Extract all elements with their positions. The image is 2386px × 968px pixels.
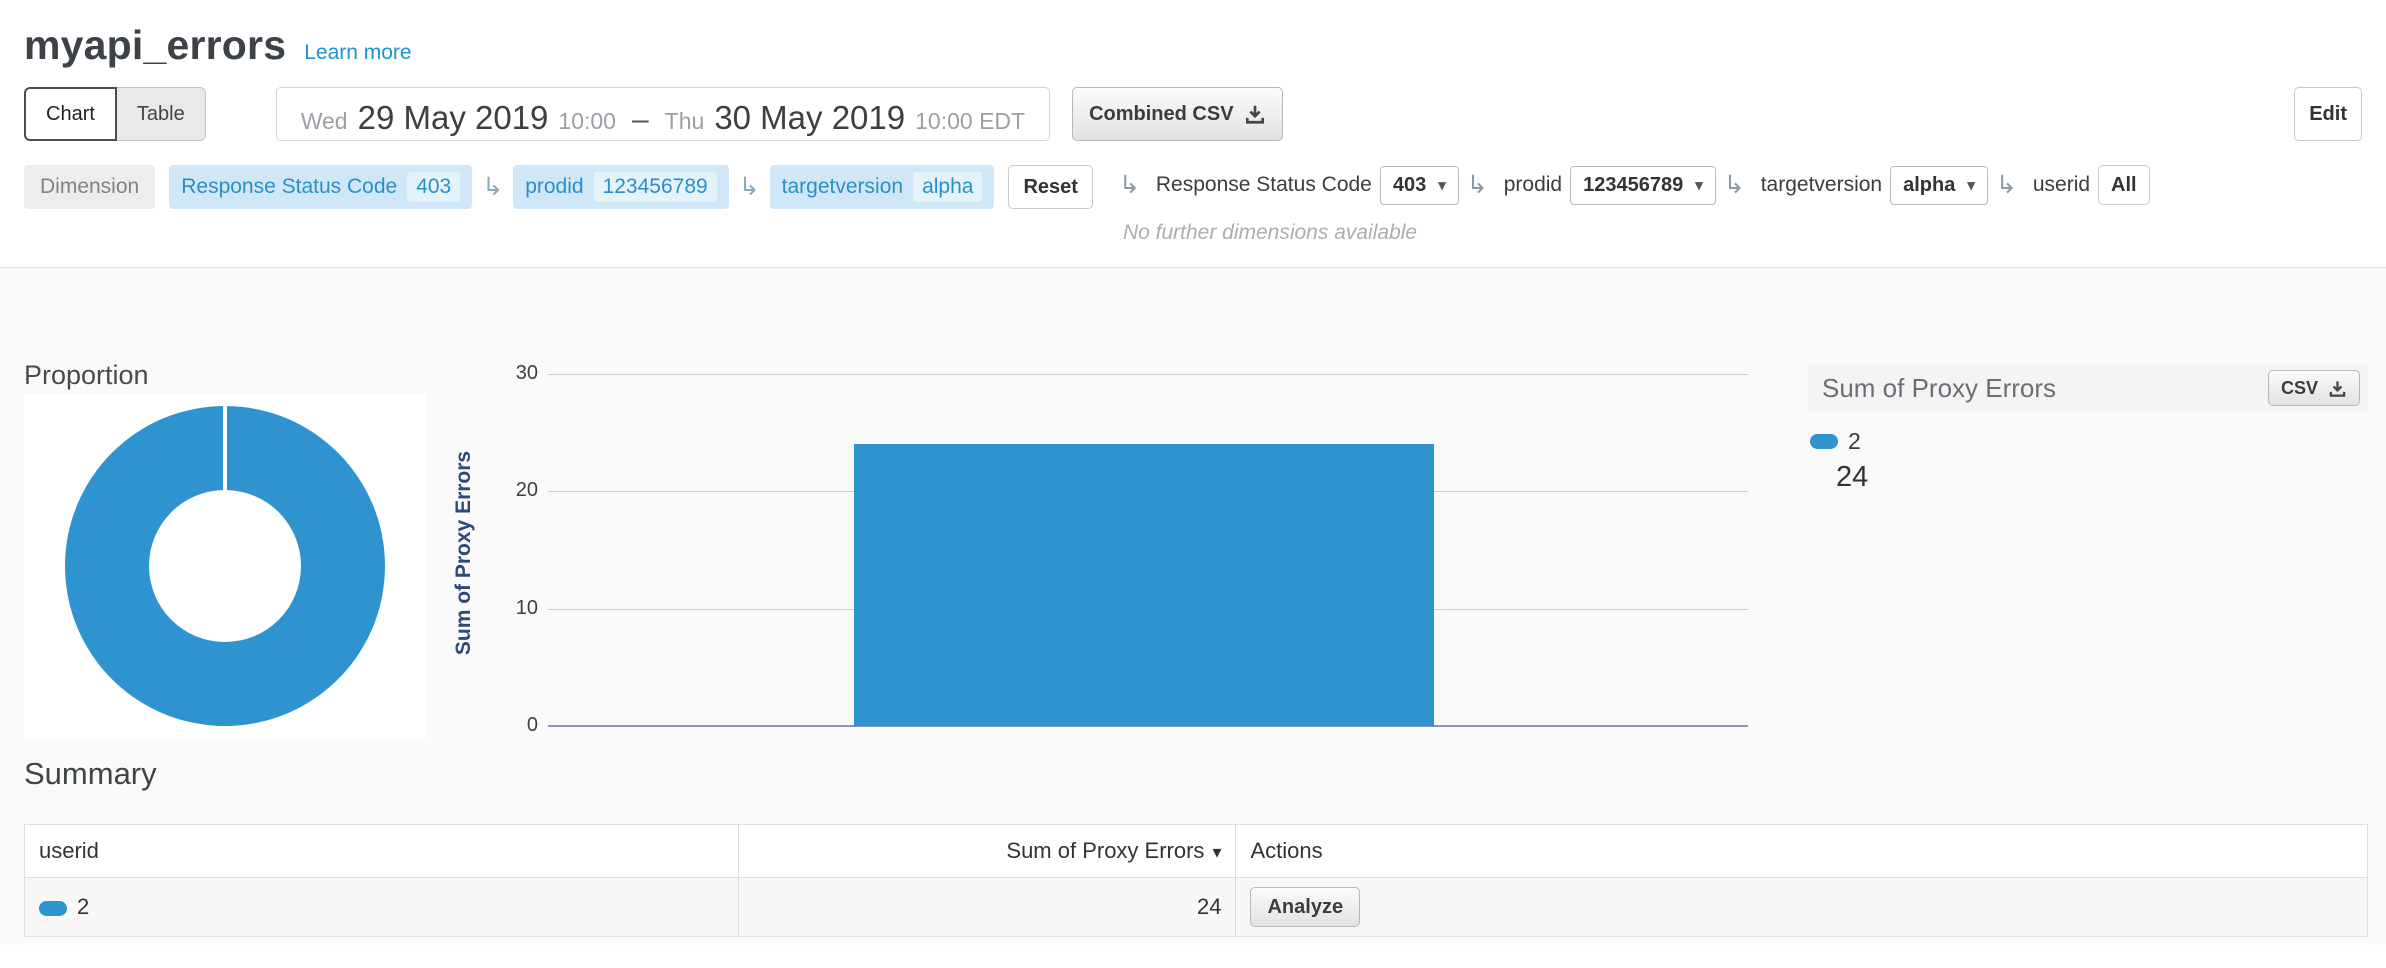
cell-sum: 24 bbox=[738, 878, 1236, 937]
table-header-row: userid Sum of Proxy Errors ▾ Actions bbox=[25, 825, 2368, 878]
learn-more-link[interactable]: Learn more bbox=[304, 41, 411, 65]
proportion-title: Proportion bbox=[24, 360, 149, 391]
series-swatch bbox=[1810, 434, 1838, 449]
drilldown-arrow-icon: ↳ bbox=[482, 172, 503, 202]
legend-item[interactable]: 2 bbox=[1810, 428, 2368, 455]
gridline-30 bbox=[548, 374, 1748, 375]
userid-all-button[interactable]: All bbox=[2098, 165, 2150, 205]
reset-button[interactable]: Reset bbox=[1008, 165, 1092, 209]
dimension-pill-response-status-code[interactable]: Response Status Code 403 bbox=[169, 165, 472, 209]
y-axis-label: Sum of Proxy Errors bbox=[452, 388, 482, 718]
summary-title: Summary bbox=[24, 756, 157, 792]
legend-panel: Sum of Proxy Errors CSV 2 24 bbox=[1808, 364, 2368, 494]
column-header-sum-label: Sum of Proxy Errors bbox=[1006, 838, 1204, 863]
csv-button[interactable]: CSV bbox=[2268, 370, 2360, 406]
response-status-code-select[interactable]: 403 ▾ bbox=[1380, 166, 1459, 205]
bar-chart-plot[interactable]: 0102030 bbox=[548, 374, 1748, 726]
end-date: 30 May 2019 bbox=[714, 99, 905, 137]
legend-title: Sum of Proxy Errors bbox=[1822, 373, 2056, 404]
view-toggle: Chart Table bbox=[24, 87, 206, 141]
y-tick-0: 0 bbox=[492, 714, 538, 737]
pill-value: 123456789 bbox=[594, 172, 717, 202]
dimension-label: Dimension bbox=[24, 165, 155, 209]
select-value: 403 bbox=[1393, 174, 1426, 197]
column-header-sum[interactable]: Sum of Proxy Errors ▾ bbox=[738, 825, 1236, 878]
drilldown-arrow-icon: ↳ bbox=[739, 172, 760, 202]
pill-value: alpha bbox=[913, 172, 982, 202]
dropdown-caret-icon: ▾ bbox=[1967, 176, 1975, 194]
select-value: 123456789 bbox=[1583, 174, 1683, 197]
chart-view-button[interactable]: Chart bbox=[24, 87, 117, 141]
pill-value: 403 bbox=[407, 172, 460, 202]
start-date: 29 May 2019 bbox=[358, 99, 549, 137]
end-time: 10:00 EDT bbox=[915, 108, 1025, 135]
legend-item-label: 2 bbox=[1848, 428, 1861, 455]
y-tick-10: 10 bbox=[492, 597, 538, 620]
prodid-select[interactable]: 123456789 ▾ bbox=[1570, 166, 1716, 205]
sort-caret-icon: ▾ bbox=[1212, 842, 1221, 862]
summary-table: userid Sum of Proxy Errors ▾ Actions 2 24… bbox=[24, 824, 2368, 937]
bar-sum-proxy-errors[interactable] bbox=[854, 444, 1434, 726]
start-day: Wed bbox=[301, 108, 348, 135]
drilldown-arrow-icon: ↳ bbox=[1467, 170, 1488, 200]
cell-actions: Analyze bbox=[1236, 878, 2368, 937]
chart-area: Proportion Sum of Proxy Errors 0102030 S… bbox=[0, 268, 2386, 945]
header: myapi_errors Learn more bbox=[0, 0, 2386, 69]
csv-label: CSV bbox=[2281, 378, 2318, 399]
legend-item-value: 24 bbox=[1836, 461, 2368, 494]
targetversion-select[interactable]: alpha ▾ bbox=[1890, 166, 1988, 205]
date-range-picker[interactable]: Wed 29 May 2019 10:00 – Thu 30 May 2019 … bbox=[276, 87, 1050, 141]
drilldown-arrow-icon: ↳ bbox=[1724, 170, 1745, 200]
applied-dimensions: Response Status Code 403 ↳ prodid 123456… bbox=[169, 165, 994, 209]
donut-hole bbox=[149, 490, 301, 642]
donut-chart[interactable] bbox=[65, 406, 385, 726]
drilldown-name: prodid bbox=[1504, 173, 1562, 197]
range-separator: – bbox=[626, 103, 655, 137]
column-header-actions: Actions bbox=[1236, 825, 2368, 878]
cell-userid-value: 2 bbox=[77, 894, 89, 919]
edit-button[interactable]: Edit bbox=[2294, 87, 2362, 141]
column-header-userid[interactable]: userid bbox=[25, 825, 739, 878]
y-tick-20: 20 bbox=[492, 479, 538, 502]
pill-name: prodid bbox=[525, 175, 583, 199]
cell-userid: 2 bbox=[25, 878, 739, 937]
select-value: alpha bbox=[1903, 174, 1955, 197]
dropdown-caret-icon: ▾ bbox=[1695, 176, 1703, 194]
drilldown-arrow-icon: ↳ bbox=[1119, 170, 1140, 200]
table-view-button[interactable]: Table bbox=[117, 87, 206, 141]
report-page: myapi_errors Learn more Chart Table Wed … bbox=[0, 0, 2386, 968]
y-tick-30: 30 bbox=[492, 362, 538, 385]
dimension-pill-prodid[interactable]: prodid 123456789 bbox=[513, 165, 729, 209]
legend-header: Sum of Proxy Errors CSV bbox=[1808, 364, 2368, 412]
drilldown-name: targetversion bbox=[1761, 173, 1882, 197]
start-time: 10:00 bbox=[558, 108, 616, 135]
combined-csv-button[interactable]: Combined CSV bbox=[1072, 87, 1282, 141]
pill-name: targetversion bbox=[782, 175, 903, 199]
proportion-chart-panel bbox=[24, 394, 426, 739]
end-day: Thu bbox=[665, 108, 705, 135]
drilldown-name: Response Status Code bbox=[1156, 173, 1372, 197]
download-icon bbox=[2328, 379, 2347, 398]
dropdown-caret-icon: ▾ bbox=[1438, 176, 1446, 194]
download-icon bbox=[1244, 103, 1266, 125]
analyze-button[interactable]: Analyze bbox=[1250, 887, 1360, 927]
pill-name: Response Status Code bbox=[181, 175, 397, 199]
dimension-bar: Dimension Response Status Code 403 ↳ pro… bbox=[0, 165, 2386, 245]
series-swatch bbox=[39, 901, 67, 916]
toolbar: Chart Table Wed 29 May 2019 10:00 – Thu … bbox=[0, 87, 2386, 141]
dimension-drilldown: ↳ Response Status Code 403 ▾ ↳ prodid 12… bbox=[1111, 165, 2362, 245]
donut-notch bbox=[223, 406, 227, 491]
dimension-pill-targetversion[interactable]: targetversion alpha bbox=[770, 165, 995, 209]
combined-csv-label: Combined CSV bbox=[1089, 103, 1233, 126]
drilldown-arrow-icon: ↳ bbox=[1996, 170, 2017, 200]
drilldown-name-userid: userid bbox=[2033, 173, 2090, 197]
page-title: myapi_errors bbox=[24, 22, 286, 69]
no-more-dimensions-text: No further dimensions available bbox=[1123, 221, 1417, 245]
table-row: 2 24 Analyze bbox=[25, 878, 2368, 937]
